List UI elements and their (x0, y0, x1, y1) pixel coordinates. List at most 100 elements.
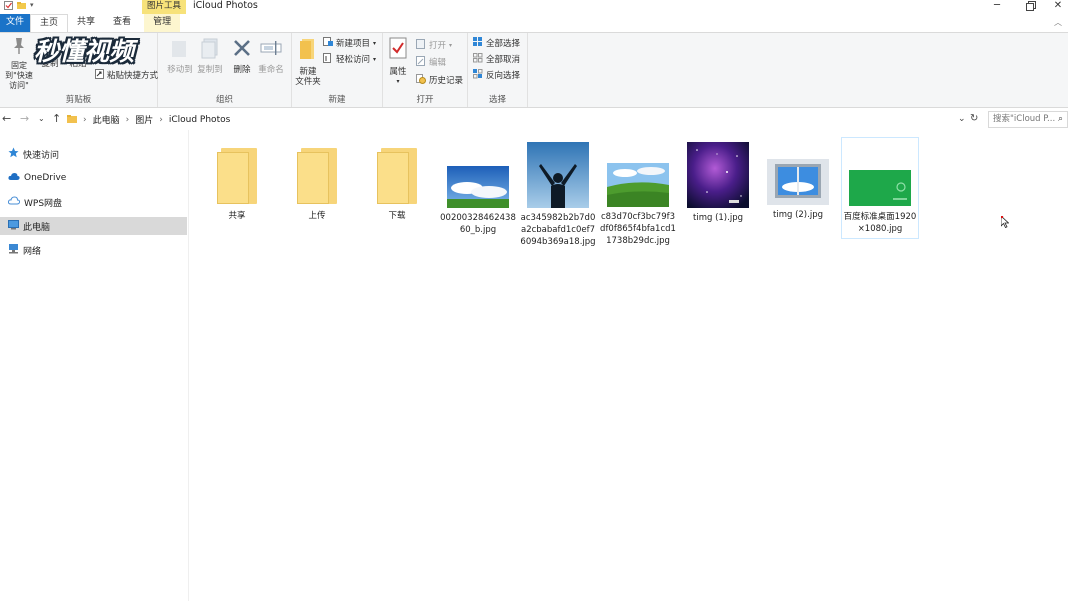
select-none-button[interactable]: 全部取消 (473, 53, 520, 67)
select-group: 全部选择 全部取消 反向选择 选择 (468, 33, 528, 107)
edit-button[interactable]: 编辑 (416, 56, 446, 70)
select-none-icon (473, 53, 483, 67)
folder-icon (377, 148, 417, 204)
network-icon (8, 243, 19, 257)
refresh-icon[interactable]: ↻ (970, 112, 978, 126)
new-item-dropdown-icon: ▾ (373, 40, 377, 47)
new-group: 新建 文件夹 新建项目 ▾ 轻松访问 ▾ 新建 (292, 33, 383, 107)
move-to-button[interactable]: 移动到 (166, 37, 194, 75)
file-name: timg (1).jpg (693, 213, 743, 223)
history-clock-icon (416, 74, 426, 88)
quick-access-toolbar: ▾ (4, 1, 39, 10)
sidebar-item-network[interactable]: 网络 (0, 241, 187, 259)
paste-shortcut-label: 粘贴快捷方式 (107, 71, 159, 81)
new-folder-label-1: 新建 (299, 67, 317, 77)
search-icon[interactable]: ⌕ (1058, 112, 1063, 126)
minimize-button[interactable]: ─ (982, 0, 1012, 12)
sidebar-item-this-pc[interactable]: 此电脑 (0, 217, 187, 235)
properties-check-icon[interactable] (4, 1, 13, 10)
properties-check-icon (386, 37, 410, 64)
file-item-image[interactable]: 0020032846243860_b.jpg (440, 142, 516, 236)
search-placeholder: 搜索"iCloud P... (993, 114, 1056, 124)
window-sky-thumbnail (767, 159, 829, 205)
properties-button[interactable]: 属性 ▾ (386, 37, 410, 87)
copy-to-button[interactable]: 复制到 (196, 37, 224, 75)
file-item-image[interactable]: c83d70cf3bc79f3df0f865f4bfa1cd11738b29dc… (600, 142, 676, 247)
move-to-icon (166, 37, 194, 62)
invert-selection-button[interactable]: 反向选择 (473, 69, 520, 83)
easy-access-button[interactable]: 轻松访问 ▾ (323, 53, 376, 67)
cloud-icon (8, 172, 20, 184)
sidebar-item-quick-access[interactable]: 快速访问 (0, 145, 187, 163)
edit-label: 编辑 (429, 58, 447, 68)
pin-icon (2, 37, 36, 58)
sidebar-item-onedrive[interactable]: OneDrive (0, 169, 187, 187)
up-arrow-icon[interactable]: ↑ (52, 112, 61, 126)
breadcrumb-separator-icon: › (83, 114, 87, 125)
qat-dropdown-icon[interactable]: ▾ (30, 1, 39, 10)
clipboard-group-label: 剪贴板 (65, 95, 92, 105)
forward-arrow-icon[interactable]: → (20, 112, 29, 126)
ribbon-collapse-icon[interactable]: ︿ (1054, 17, 1062, 28)
tab-manage[interactable]: 管理 (144, 14, 181, 32)
pin-quick-access-button[interactable]: 固定到"快速访问" (2, 37, 36, 91)
green-field-thumbnail (607, 163, 669, 207)
organize-group-label: 组织 (215, 95, 233, 105)
rename-button[interactable]: 重命名 (256, 37, 286, 75)
select-all-icon (473, 37, 483, 51)
tab-file[interactable]: 文件 (0, 14, 31, 32)
close-button[interactable]: ✕ (1048, 0, 1068, 12)
breadcrumb-pictures[interactable]: 图片 (135, 113, 153, 126)
breadcrumb-separator-icon: › (159, 114, 163, 125)
invert-selection-icon (473, 69, 483, 83)
select-group-label: 选择 (488, 95, 506, 105)
search-input[interactable]: 搜索"iCloud P... (988, 111, 1068, 128)
new-folder-button[interactable]: 新建 文件夹 (294, 37, 322, 87)
copy-to-label: 复制到 (197, 65, 223, 75)
sidebar-item-wps-drive[interactable]: WPS网盘 (0, 193, 187, 211)
recent-locations-chevron-icon[interactable]: ⌄ (38, 112, 45, 126)
tab-share[interactable]: 共享 (68, 14, 104, 32)
select-all-button[interactable]: 全部选择 (473, 37, 520, 51)
new-item-button[interactable]: 新建项目 ▾ (323, 37, 376, 51)
green-desktop-thumbnail (849, 170, 911, 206)
file-item-image[interactable]: 百度标准桌面1920×1080.jpg (841, 137, 919, 239)
folder-icon (217, 148, 257, 204)
breadcrumb-this-pc[interactable]: 此电脑 (93, 113, 120, 126)
watermark-logo: 秒懂视频 (34, 37, 135, 66)
ribbon: 固定到"快速访问" 复制 粘贴 剪切 粘贴快捷方式 剪贴板 移动到 复制到 删除… (0, 32, 1068, 108)
delete-button[interactable]: 删除 (228, 37, 256, 75)
open-button[interactable]: 打开 ▾ (416, 39, 452, 53)
tab-home[interactable]: 主页 (30, 14, 69, 32)
new-group-label: 新建 (328, 95, 346, 105)
file-item-image[interactable]: timg (1).jpg (680, 142, 756, 224)
paste-shortcut-button[interactable]: 粘贴快捷方式 (95, 69, 158, 83)
file-item-folder-download[interactable]: 下载 (359, 142, 435, 222)
ribbon-tabs: 文件 主页 共享 查看 管理 (0, 14, 1068, 32)
history-button[interactable]: 历史记录 (416, 74, 463, 88)
file-name: ac345982b2b7d0a2cbabafd1c0ef76094b369a18… (520, 213, 596, 247)
restore-button[interactable] (1016, 0, 1046, 12)
file-item-image[interactable]: timg (2).jpg (760, 142, 836, 221)
title-bar: ▾ 图片工具 iCloud Photos ─ ✕ (0, 0, 1068, 14)
open-icon (416, 39, 426, 53)
file-item-folder-upload[interactable]: 上传 (279, 142, 355, 222)
address-dropdown-icon[interactable]: ⌄ (958, 112, 966, 126)
organize-group: 移动到 复制到 删除 重命名 组织 (158, 33, 292, 107)
file-item-image[interactable]: ac345982b2b7d0a2cbabafd1c0ef76094b369a18… (520, 142, 596, 248)
breadcrumb-icloud-photos[interactable]: iCloud Photos (169, 115, 230, 125)
back-arrow-icon[interactable]: ← (2, 112, 11, 126)
navigation-pane: 快速访问 OneDrive WPS网盘 此电脑 网络 (0, 142, 188, 601)
address-folder-icon (67, 114, 77, 126)
pane-splitter[interactable] (188, 130, 189, 601)
address-bar[interactable]: › 此电脑 › 图片 › iCloud Photos (66, 111, 982, 128)
breadcrumb-separator-icon: › (125, 114, 130, 125)
file-name: timg (2).jpg (773, 210, 823, 220)
tab-view[interactable]: 查看 (104, 14, 140, 32)
file-item-folder-share[interactable]: 共享 (199, 142, 275, 222)
properties-dropdown-icon: ▾ (396, 78, 400, 85)
folder-icon[interactable] (17, 1, 26, 10)
new-folder-label-2: 文件夹 (295, 77, 321, 87)
open-group-label: 打开 (416, 95, 434, 105)
rename-label: 重命名 (258, 65, 284, 75)
